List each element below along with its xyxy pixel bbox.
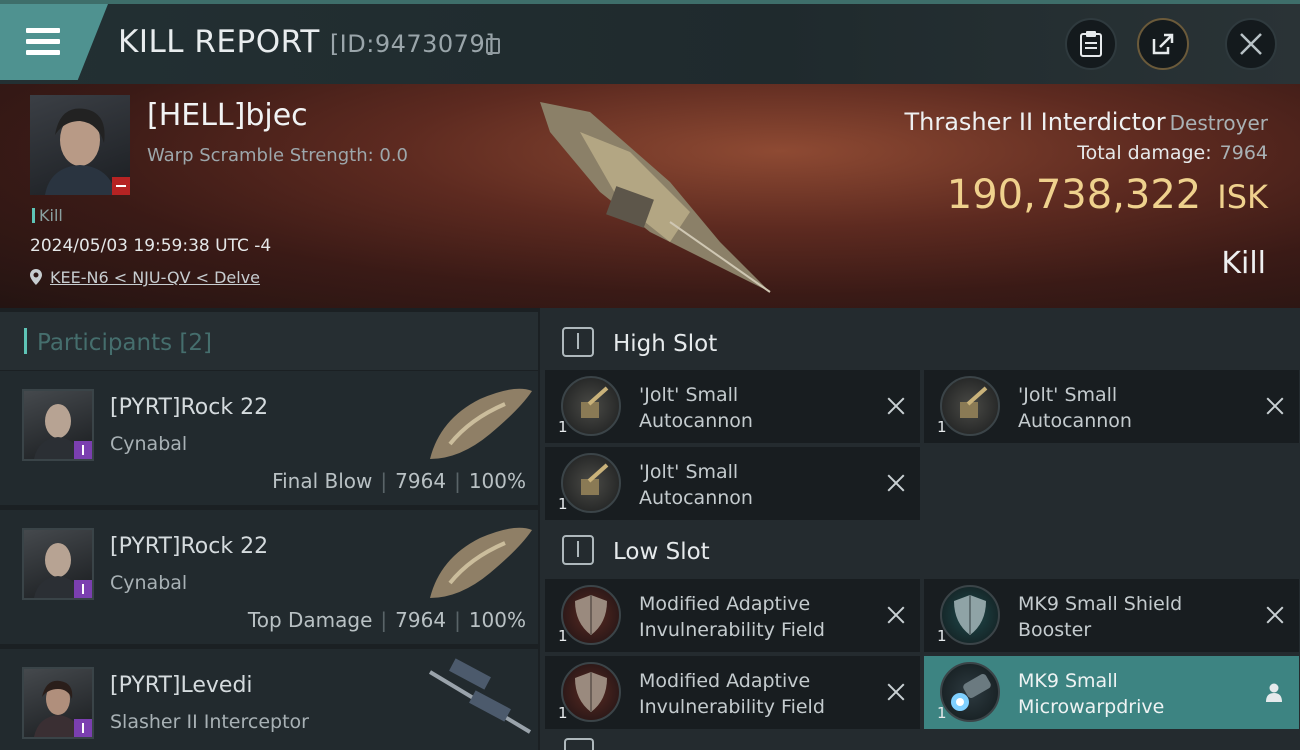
module-quantity: 1 bbox=[558, 418, 568, 436]
module-quantity: 1 bbox=[558, 704, 568, 722]
participant-ship: Slasher II Interceptor bbox=[110, 711, 309, 733]
page-title: KILL REPORT [ID:9473079] bbox=[118, 24, 496, 60]
corp-badge bbox=[74, 580, 92, 598]
victim-avatar[interactable] bbox=[30, 95, 130, 195]
high-slot-title: High Slot bbox=[613, 331, 718, 357]
status-badge bbox=[112, 177, 130, 195]
close-icon[interactable] bbox=[884, 394, 908, 418]
close-icon[interactable] bbox=[1263, 603, 1287, 627]
low-slot-title: Low Slot bbox=[613, 539, 710, 565]
module-item[interactable]: 1 Modified Adaptive Invulnerability Field bbox=[545, 579, 920, 652]
participant-avatar bbox=[22, 389, 94, 461]
module-item-selected[interactable]: 1 MK9 Small Microwarpdrive bbox=[924, 656, 1299, 729]
microwarpdrive-icon bbox=[940, 662, 1000, 722]
copy-icon[interactable] bbox=[486, 38, 500, 54]
participant-row[interactable]: [PYRT]Rock 22 Cynabal Final Blow | 7964 | 10… bbox=[0, 371, 538, 505]
participant-row[interactable]: [PYRT]Levedi Slasher II Interceptor bbox=[0, 649, 538, 750]
total-damage: Total damage: 7964 bbox=[1077, 142, 1268, 164]
close-icon[interactable] bbox=[884, 680, 908, 704]
high-slot-header: High Slot bbox=[544, 313, 1300, 373]
participant-ship-image bbox=[430, 388, 532, 459]
high-slot-icon bbox=[562, 327, 594, 357]
shield-booster-icon bbox=[940, 585, 1000, 645]
module-name: 'Jolt' Small Autocannon bbox=[639, 461, 753, 509]
clipboard-icon bbox=[1080, 31, 1102, 57]
next-slot-icon bbox=[564, 738, 594, 750]
warp-scramble-strength: Warp Scramble Strength: 0.0 bbox=[147, 145, 409, 166]
clipboard-button[interactable] bbox=[1065, 18, 1117, 70]
participant-avatar bbox=[22, 667, 94, 739]
module-name: Modified Adaptive Invulnerability Field bbox=[639, 670, 825, 718]
kill-tag: Kill bbox=[32, 206, 63, 225]
corp-badge bbox=[74, 719, 92, 737]
module-quantity: 1 bbox=[558, 495, 568, 513]
victim-ship-image bbox=[540, 102, 771, 293]
participant-ship-image bbox=[430, 527, 532, 598]
autocannon-icon bbox=[561, 453, 621, 513]
participant-name: [PYRT]Rock 22 bbox=[110, 395, 269, 420]
module-item[interactable]: 1 MK9 Small Shield Booster bbox=[924, 579, 1299, 652]
shield-hardener-icon bbox=[561, 662, 621, 722]
autocannon-icon bbox=[561, 376, 621, 436]
module-item[interactable]: 1 'Jolt' Small Autocannon bbox=[924, 370, 1299, 443]
module-quantity: 1 bbox=[937, 418, 947, 436]
participants-title: Participants [2] bbox=[24, 328, 212, 356]
participant-stats: Final Blow | 7964 | 100% bbox=[272, 469, 526, 493]
module-name: Modified Adaptive Invulnerability Field bbox=[639, 593, 825, 641]
module-name: 'Jolt' Small Autocannon bbox=[639, 384, 753, 432]
close-icon[interactable] bbox=[884, 603, 908, 627]
participant-ship: Cynabal bbox=[110, 572, 188, 594]
module-name: MK9 Small Microwarpdrive bbox=[1018, 670, 1165, 718]
participant-name: [PYRT]Levedi bbox=[110, 673, 253, 698]
victim-name[interactable]: [HELL]bjec bbox=[147, 98, 308, 133]
participant-stats: Top Damage | 7964 | 100% bbox=[247, 608, 526, 632]
participant-name: [PYRT]Rock 22 bbox=[110, 534, 269, 559]
close-icon[interactable] bbox=[1263, 394, 1287, 418]
user-icon bbox=[1266, 683, 1282, 702]
share-icon bbox=[1152, 33, 1174, 55]
participant-ship: Cynabal bbox=[110, 433, 188, 455]
autocannon-icon bbox=[940, 376, 1000, 436]
module-item[interactable]: 1 'Jolt' Small Autocannon bbox=[545, 370, 920, 443]
module-quantity: 1 bbox=[937, 627, 947, 645]
participant-ship-image bbox=[428, 658, 532, 734]
corp-badge bbox=[74, 441, 92, 459]
share-button[interactable] bbox=[1137, 18, 1189, 70]
close-icon[interactable] bbox=[884, 471, 908, 495]
participant-row[interactable]: [PYRT]Rock 22 Cynabal Top Damage | 7964 | 10… bbox=[0, 510, 538, 644]
report-id: [ID:9473079] bbox=[329, 30, 496, 58]
kill-result: Kill bbox=[1221, 246, 1266, 281]
close-button[interactable] bbox=[1225, 18, 1277, 70]
module-item[interactable]: 1 'Jolt' Small Autocannon bbox=[545, 447, 920, 520]
module-name: 'Jolt' Small Autocannon bbox=[1018, 384, 1132, 432]
low-slot-icon bbox=[562, 535, 594, 565]
location-pin-icon bbox=[30, 269, 42, 285]
module-name: MK9 Small Shield Booster bbox=[1018, 593, 1183, 641]
shield-hardener-icon bbox=[561, 585, 621, 645]
ship-class: Destroyer bbox=[1169, 111, 1268, 135]
low-slot-header: Low Slot bbox=[544, 521, 1300, 581]
location-link[interactable]: KEE-N6 < NJU-QV < Delve bbox=[30, 268, 260, 287]
kill-datetime: 2024/05/03 19:59:38 UTC -4 bbox=[30, 236, 272, 256]
isk-value: 190,738,322 ISK bbox=[946, 172, 1268, 218]
participant-avatar bbox=[22, 528, 94, 600]
victim-ship[interactable]: Thrasher II Interdictor Destroyer bbox=[904, 108, 1268, 136]
module-quantity: 1 bbox=[558, 627, 568, 645]
module-item[interactable]: 1 Modified Adaptive Invulnerability Field bbox=[545, 656, 920, 729]
module-quantity: 1 bbox=[937, 704, 947, 722]
close-icon bbox=[1240, 33, 1262, 55]
